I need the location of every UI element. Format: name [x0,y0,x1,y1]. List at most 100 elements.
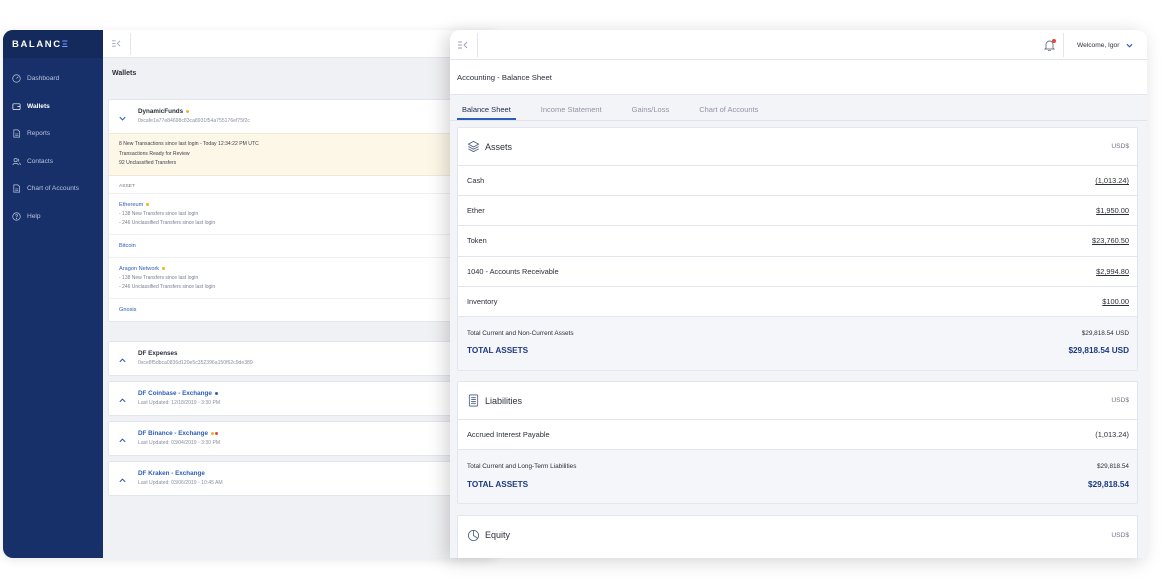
asset-note: - 138 New Transfers since last login [119,274,199,281]
asset-row-ethereum[interactable]: Ethereum - 138 New Transfers since last … [109,194,507,235]
wallets-header: Wallets [103,58,493,88]
section-title: Equity [485,530,511,540]
wallets-title: Wallets [112,69,137,77]
assets-section: Assets USD$ Cash (1,013.24) Ether $1,950… [457,127,1138,371]
sidebar-item-label: Chart of Accounts [27,185,80,193]
wallet-card-df-coinbase[interactable]: DF Coinbase - Exchange Last Updated: 12/… [108,381,508,416]
wallet-address: 0xce8f5dbca0836d120e5c352396a150f62c9de3… [138,360,253,366]
wallet-card-dynamicfunds: DynamicFunds 0xcafe1a77e84698c83ca8931f5… [108,99,508,322]
chevron-up-icon[interactable] [118,356,127,365]
tab-bar: Balance Sheet Income Statement Gains/Los… [450,95,1147,121]
currency-label: USD$ [1111,143,1129,150]
account-amount-link[interactable]: (1,013.24) [1095,176,1129,185]
wallet-last-updated: Last Updated: 12/18/2019 - 3:30 PM [138,400,221,406]
sidebar-item-dashboard[interactable]: Dashboard [3,65,103,93]
wallet-notice: 8 New Transactions since last login - To… [109,133,507,176]
brand-logo[interactable]: BALANC Ξ [3,30,103,58]
wallet-address: 0xcafe1a77e84698c83ca8931f54a755176ef75f… [138,118,250,124]
asset-row-aragon-network[interactable]: Aragon Network - 138 New Transfers since… [109,258,507,299]
document-icon [13,129,21,138]
sidebar-item-reports[interactable]: Reports [3,120,103,148]
sidebar-item-help[interactable]: Help [3,203,103,231]
sidebar: BALANC Ξ Dashboard Wallets Reports Contac… [3,30,103,558]
total-label: TOTAL ASSETS [467,346,529,356]
wallet-card-header[interactable]: DF Expenses 0xce8f5dbca0836d120e5c352396… [109,342,507,375]
section-header: Assets USD$ [458,128,1137,166]
wallet-last-updated: Last Updated: 03/06/2019 - 10:45 AM [138,480,223,486]
balance-sheet-window: Welcome, Igor Accounting - Balance Sheet… [450,30,1147,558]
brand-name-accent: Ξ [61,38,70,50]
tab-gains-loss[interactable]: Gains/Loss [627,105,675,120]
asset-name[interactable]: Bitcoin [119,241,497,251]
wallet-name-text: DF Coinbase - Exchange [138,390,212,397]
subtotal-row: Total Current and Non-Current Assets $29… [467,327,1129,340]
sidebar-item-label: Wallets [27,102,50,110]
account-row: 1040 - Accounts Receivable $2,994.80 [458,257,1137,287]
subtotal-label: Total Current and Long-Term Liabilities [467,463,577,471]
wallet-card-header[interactable]: DF Binance - Exchange Last Updated: 03/0… [109,422,507,455]
asset-name-text: Ethereum [119,201,144,208]
document-icon [13,184,21,193]
notification-dot [1052,39,1056,43]
top-bar: Welcome, Igor [450,30,1147,60]
total-label: TOTAL ASSETS [467,479,529,489]
tab-balance-sheet[interactable]: Balance Sheet [457,105,516,120]
asset-name[interactable]: Gnosis [119,305,497,315]
wallet-card-header[interactable]: DynamicFunds 0xcafe1a77e84698c83ca8931f5… [109,100,507,133]
sidebar-item-wallets[interactable]: Wallets [3,93,103,121]
asset-name[interactable]: Aragon Network [119,264,497,274]
collapse-menu-icon[interactable] [111,39,122,48]
liabilities-section: Liabilities USD$ Accrued Interest Payabl… [457,381,1138,505]
sidebar-item-chart-of-accounts[interactable]: Chart of Accounts [3,175,103,203]
account-label: Inventory [467,296,498,306]
asset-note: - 246 Unclassified Transfers since last … [119,219,216,226]
collapse-menu-icon[interactable] [457,40,469,50]
section-title: Liabilities [485,395,523,406]
alert-dot [215,431,219,435]
account-row: Token $23,760.50 [458,226,1137,257]
asset-name[interactable]: Ethereum [119,200,497,210]
wallet-card-df-expenses[interactable]: DF Expenses 0xce8f5dbca0836d120e5c352396… [108,341,508,376]
currency-label: USD$ [1111,531,1129,539]
chevron-up-icon[interactable] [118,436,127,445]
document-lines-icon [468,394,479,407]
asset-row-bitcoin[interactable]: Bitcoin [109,235,507,258]
subtotal-value: $29,818.54 USD [1081,329,1129,337]
wallet-name: DF Binance - Exchange [138,429,220,438]
speedometer-icon [12,74,21,83]
wallet-name: DynamicFunds [138,107,250,116]
section-title: Assets [485,141,513,152]
account-amount-link[interactable]: $100.00 [1102,297,1129,306]
layers-icon [467,140,480,153]
pie-chart-icon [467,529,480,541]
account-amount-link[interactable]: $2,994.80 [1096,267,1129,276]
chevron-down-icon[interactable] [118,114,127,123]
chevron-up-icon[interactable] [118,476,127,485]
chevron-down-icon [1126,43,1133,48]
account-amount-link[interactable]: $23,760.50 [1092,236,1129,245]
wallet-card-header[interactable]: DF Kraken - Exchange Last Updated: 03/06… [109,462,507,495]
tab-chart-of-accounts[interactable]: Chart of Accounts [694,105,763,120]
wallet-name-text: DynamicFunds [138,108,184,115]
chevron-up-icon[interactable] [118,396,127,405]
account-amount-link[interactable]: $1,950.00 [1096,206,1129,215]
sidebar-item-contacts[interactable]: Contacts [3,148,103,176]
status-dot [214,391,218,395]
asset-row-gnosis[interactable]: Gnosis [109,299,507,321]
wallet-card-header[interactable]: DF Coinbase - Exchange Last Updated: 12/… [109,382,507,415]
warning-dot [210,431,214,435]
brand-name: BALANC [12,38,62,50]
asset-column-header: ASSET [109,176,507,194]
account-row: Accrued Interest Payable (1,013.24) [458,420,1137,451]
tab-income-statement[interactable]: Income Statement [536,105,607,120]
account-amount: (1,013.24) [1095,430,1129,440]
question-circle-icon [12,212,21,221]
warning-dot [186,109,190,113]
users-icon [12,157,21,165]
topbar-divider [1063,33,1064,57]
wallet-card-df-binance[interactable]: DF Binance - Exchange Last Updated: 03/0… [108,421,508,456]
sidebar-item-label: Reports [27,130,51,138]
wallet-card-df-kraken[interactable]: DF Kraken - Exchange Last Updated: 03/06… [108,461,508,496]
section-header: Equity USD$ [458,516,1137,554]
user-menu[interactable]: Welcome, Igor [1077,30,1133,60]
